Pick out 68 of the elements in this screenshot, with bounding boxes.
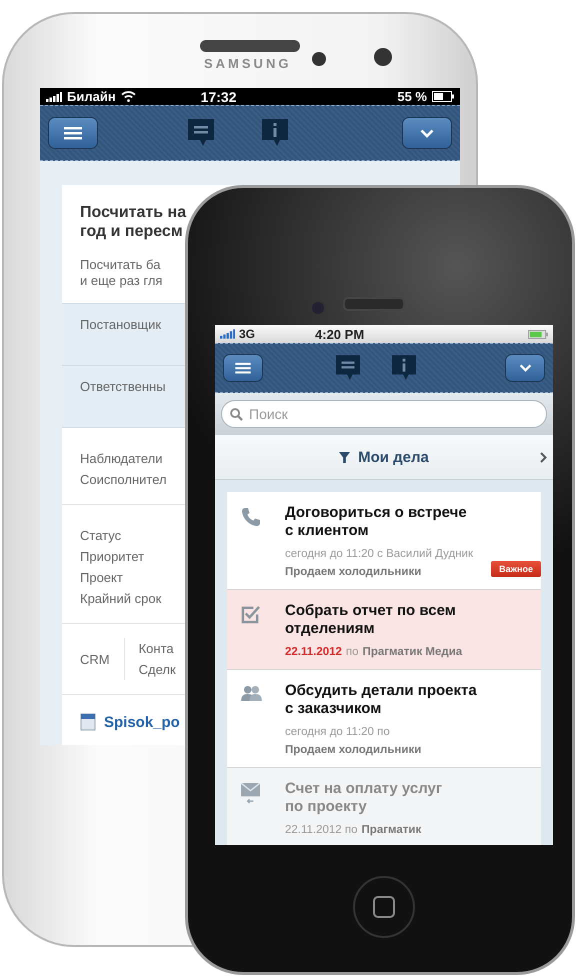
task-meta: сегодня до 11:20 с Василий Дудник bbox=[285, 547, 473, 562]
task-project: Прагматик bbox=[362, 823, 422, 838]
status-time: 4:20 PM bbox=[315, 326, 364, 342]
task-meta: 22.11.2012 по bbox=[285, 823, 358, 838]
menu-icon bbox=[235, 362, 251, 374]
file-icon bbox=[80, 713, 96, 731]
menu-button[interactable] bbox=[48, 117, 98, 149]
battery-icon bbox=[528, 330, 548, 338]
search-field[interactable]: Поиск bbox=[221, 400, 547, 428]
task-item[interactable]: Обсудить детали проекта с заказчиком сегодня до 11:20 по Продаем холодильники bbox=[227, 670, 541, 768]
task-meta: по bbox=[346, 645, 359, 660]
task-meta: сегодня до 11:20 по bbox=[285, 725, 390, 740]
attachment-link[interactable]: Spisok_po bbox=[104, 714, 180, 730]
info-icon[interactable] bbox=[262, 119, 288, 147]
filter-label: Мои дела bbox=[358, 448, 429, 466]
info-icon[interactable] bbox=[392, 355, 416, 381]
crm-label: CRM bbox=[80, 650, 110, 668]
task-title: Посчитать на год и пересм bbox=[79, 203, 188, 241]
field-label: Крайний срок bbox=[80, 590, 162, 608]
wifi-icon bbox=[120, 91, 136, 102]
field-label: Наблюдатели bbox=[80, 450, 163, 468]
task-item[interactable]: Собрать отчет по всем отделениям 22.11.2012 по Прагматик Медиа bbox=[227, 590, 541, 670]
camera-icon bbox=[374, 48, 392, 66]
field-label: Соисполнител bbox=[80, 471, 167, 489]
envelope-icon bbox=[241, 783, 260, 804]
task-deadline: 22.11.2012 bbox=[285, 645, 342, 660]
chevron-down-icon bbox=[420, 128, 434, 138]
task-project: Продаем холодильники bbox=[285, 743, 422, 758]
task-title: Счет на оплату услуг по проекту bbox=[285, 780, 444, 816]
field-label: Постановщик bbox=[80, 317, 162, 332]
task-title: Договориться о встрече с клиентом bbox=[285, 504, 468, 540]
carrier-name: Билайн bbox=[67, 89, 116, 104]
battery-percent: 55 % bbox=[397, 89, 427, 104]
network-type: 3G bbox=[239, 327, 256, 341]
task-project: Продаем холодильники bbox=[285, 565, 422, 580]
signal-icon bbox=[46, 92, 62, 102]
field-label: Проект bbox=[80, 569, 123, 587]
signal-icon bbox=[220, 329, 235, 339]
crm-link[interactable]: Конта bbox=[138, 638, 174, 659]
chat-icon[interactable] bbox=[336, 355, 360, 381]
battery-icon bbox=[432, 91, 454, 102]
chevron-right-icon bbox=[540, 452, 547, 463]
camera-icon bbox=[312, 52, 326, 66]
dropdown-button[interactable] bbox=[402, 117, 452, 149]
menu-icon bbox=[64, 126, 82, 140]
important-badge: Важное bbox=[491, 561, 541, 577]
filter-icon bbox=[339, 452, 350, 462]
task-project: Прагматик Медиа bbox=[362, 645, 462, 660]
checkbox-icon bbox=[241, 605, 260, 624]
crm-link[interactable]: Сделк bbox=[138, 659, 176, 680]
field-label: Ответственны bbox=[80, 379, 166, 394]
task-title: Собрать отчет по всем отделениям bbox=[285, 602, 457, 638]
field-label: Статус bbox=[80, 527, 122, 545]
task-item[interactable]: Договориться о встрече с клиентом сегодня до 11:20 с Василий Дудник Продаем холодильники Важное bbox=[227, 492, 541, 590]
field-label: Приоритет bbox=[80, 548, 144, 566]
task-title: Обсудить детали проекта с заказчиком bbox=[285, 682, 478, 718]
status-time: 17:32 bbox=[200, 88, 236, 104]
speaker-grille bbox=[343, 297, 405, 311]
chat-icon[interactable] bbox=[188, 119, 214, 147]
task-description: Посчитать ба и еще раз гля bbox=[79, 257, 164, 289]
filter-row[interactable]: Мои дела bbox=[215, 435, 553, 480]
brand-label: SAMSUNG bbox=[204, 56, 292, 71]
task-item[interactable]: Счет на оплату услуг по проекту 22.11.2012 по Прагматик bbox=[227, 768, 541, 845]
people-icon bbox=[241, 685, 262, 702]
menu-button[interactable] bbox=[223, 354, 263, 382]
chevron-down-icon bbox=[518, 364, 532, 372]
phone-icon bbox=[241, 507, 261, 527]
dropdown-button[interactable] bbox=[505, 354, 545, 382]
